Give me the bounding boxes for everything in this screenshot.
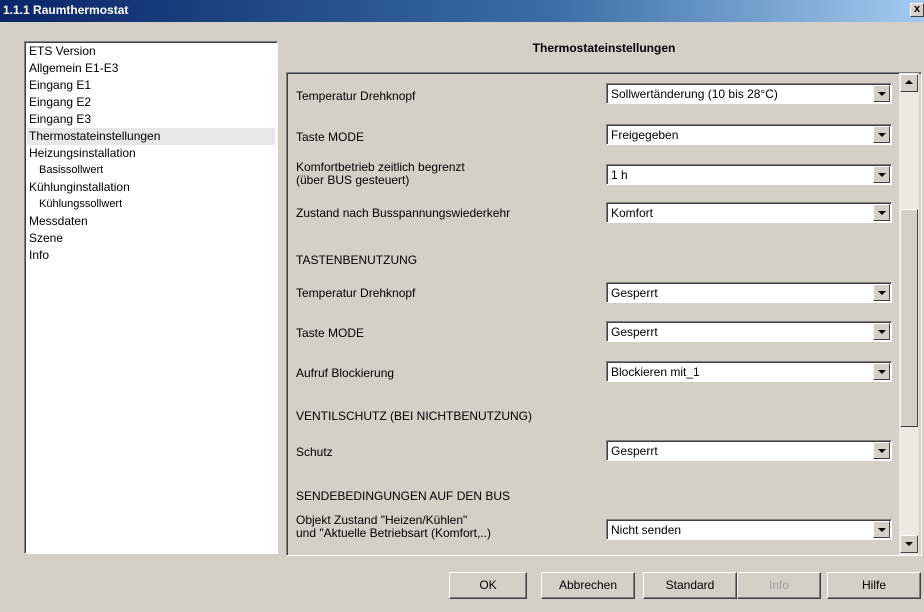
select-value: Gesperrt [611, 325, 658, 339]
heading-sendebedingungen: SENDEBEDINGUNGEN AUF DEN BUS [296, 489, 511, 503]
label-objekt-zustand-line2: und "Aktuelle Betriebsart (Komfort,..) [296, 526, 492, 540]
label-taste-mode-2: Taste MODE [296, 326, 365, 340]
tree-item-kuehlungssollwert[interactable]: Kühlungssollwert [27, 196, 275, 213]
select-value: Gesperrt [611, 444, 658, 458]
chevron-down-icon[interactable] [873, 204, 890, 221]
select-value: Nicht senden [611, 523, 682, 537]
select-schutz[interactable]: Gesperrt [606, 440, 892, 461]
select-temperatur-drehknopf-2[interactable]: Gesperrt [606, 282, 892, 303]
select-value: Freigegeben [611, 128, 679, 142]
select-aufruf-blockierung[interactable]: Blockieren mit_1 [606, 361, 892, 382]
tree-item-eingang-e2[interactable]: Eingang E2 [27, 94, 275, 111]
title-bar: 1.1.1 Raumthermostat x [0, 0, 924, 22]
select-komfortbetrieb[interactable]: 1 h [606, 164, 892, 185]
select-value: Gesperrt [611, 286, 658, 300]
vertical-scrollbar[interactable] [899, 73, 919, 555]
scroll-down-button[interactable] [900, 535, 918, 553]
cancel-button[interactable]: Abbrechen [541, 572, 635, 599]
tree-item-allgemein[interactable]: Allgemein E1-E3 [27, 60, 275, 77]
navigation-tree: ETS Version Allgemein E1-E3 Eingang E1 E… [24, 41, 278, 554]
label-komfortbetrieb-line2: (über BUS gesteuert) [296, 173, 410, 187]
select-value: Sollwertänderung (10 bis 28°C) [611, 87, 778, 101]
select-taste-mode-2[interactable]: Gesperrt [606, 321, 892, 342]
tree-item-szene[interactable]: Szene [27, 230, 275, 247]
select-objekt-zustand[interactable]: Nicht senden [606, 519, 892, 540]
label-taste-mode: Taste MODE [296, 130, 365, 144]
window-title: 1.1.1 Raumthermostat [3, 3, 129, 17]
tree-item-messdaten[interactable]: Messdaten [27, 213, 275, 230]
page-title: Thermostateinstellungen [532, 41, 676, 55]
close-button[interactable]: x [910, 3, 924, 17]
tree-item-eingang-e3[interactable]: Eingang E3 [27, 111, 275, 128]
label-aufruf-blockierung: Aufruf Blockierung [296, 366, 395, 380]
scroll-up-button[interactable] [900, 74, 918, 92]
tree-item-basissollwert[interactable]: Basissollwert [27, 162, 275, 179]
tree-item-heizungsinstallation[interactable]: Heizungsinstallation [27, 145, 275, 162]
select-value: Blockieren mit_1 [611, 365, 700, 379]
heading-tastenbenutzung: TASTENBENUTZUNG [296, 253, 418, 267]
tree-item-eingang-e1[interactable]: Eingang E1 [27, 77, 275, 94]
select-taste-mode[interactable]: Freigegeben [606, 124, 892, 145]
tree-item-ets-version[interactable]: ETS Version [27, 43, 275, 60]
chevron-down-icon[interactable] [873, 363, 890, 380]
select-value: Komfort [611, 206, 654, 220]
chevron-down-icon[interactable] [873, 442, 890, 459]
select-value: 1 h [611, 168, 628, 182]
label-schutz: Schutz [296, 445, 333, 459]
tree-item-info[interactable]: Info [27, 247, 275, 264]
label-temperatur-drehknopf-2: Temperatur Drehknopf [296, 286, 416, 300]
label-zustand-busspannung: Zustand nach Busspannungswiederkehr [296, 206, 511, 220]
heading-ventilschutz: VENTILSCHUTZ (BEI NICHTBENUTZUNG) [296, 409, 533, 423]
chevron-down-icon[interactable] [873, 323, 890, 340]
info-button[interactable]: Info [737, 572, 821, 599]
chevron-down-icon[interactable] [873, 85, 890, 102]
chevron-down-icon[interactable] [873, 126, 890, 143]
help-button[interactable]: Hilfe [827, 572, 921, 599]
chevron-down-icon[interactable] [873, 284, 890, 301]
chevron-down-icon[interactable] [873, 166, 890, 183]
select-zustand-busspannung[interactable]: Komfort [606, 202, 892, 223]
standard-button[interactable]: Standard [643, 572, 737, 599]
settings-panel: Temperatur Drehknopf Sollwertänderung (1… [286, 72, 922, 556]
label-temperatur-drehknopf: Temperatur Drehknopf [296, 89, 416, 103]
tree-item-kuehlunginstallation[interactable]: Kühlunginstallation [27, 179, 275, 196]
chevron-down-icon[interactable] [873, 521, 890, 538]
select-temperatur-drehknopf[interactable]: Sollwertänderung (10 bis 28°C) [606, 83, 892, 104]
tree-item-thermostateinstellungen[interactable]: Thermostateinstellungen [27, 128, 275, 145]
scroll-thumb[interactable] [900, 209, 918, 427]
ok-button[interactable]: OK [449, 572, 527, 599]
